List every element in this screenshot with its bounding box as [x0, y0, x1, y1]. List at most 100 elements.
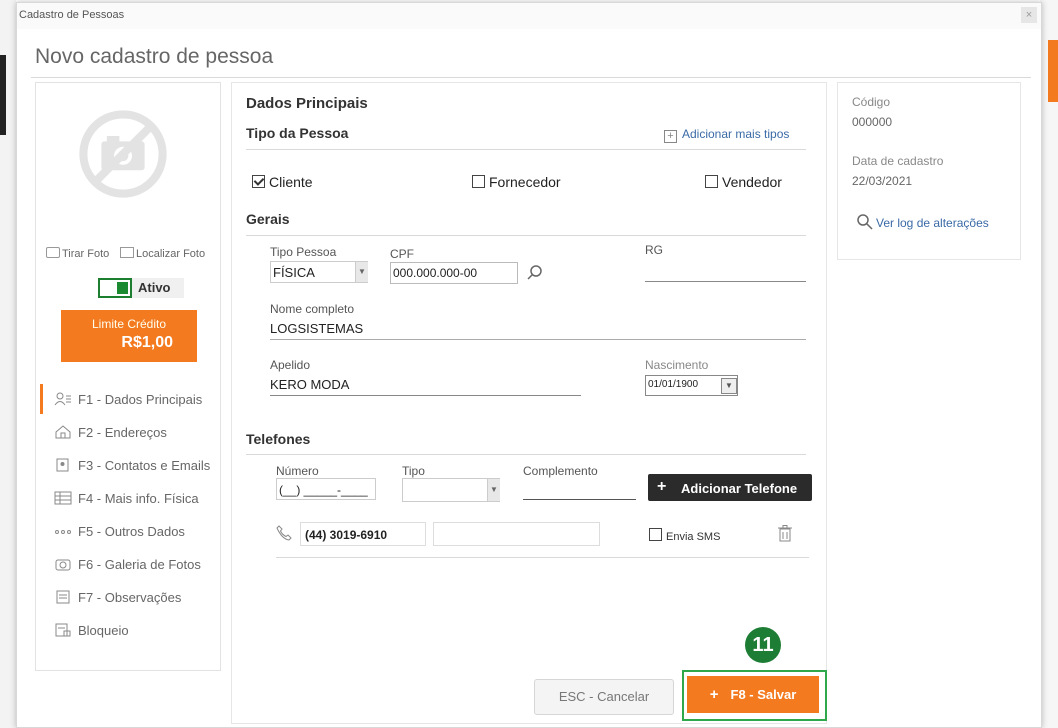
nav-item-dados-principais[interactable]: F1 - Dados Principais	[54, 389, 220, 411]
type-vendedor-checkbox[interactable]: Vendedor	[705, 174, 782, 190]
code-value: 000000	[852, 115, 893, 129]
nascimento-date-picker[interactable]: 01/01/1900 ▼	[645, 375, 738, 396]
camera-icon	[55, 559, 71, 571]
cpf-label: CPF	[390, 247, 414, 261]
camera-icon	[46, 247, 60, 258]
add-phone-label: Adicionar Telefone	[681, 481, 798, 496]
credit-limit-button[interactable]: Limite Crédito R$1,00	[61, 310, 197, 362]
complemento-input[interactable]	[523, 499, 636, 500]
type-cliente-checkbox[interactable]: Cliente	[252, 174, 313, 190]
find-photo-label: Localizar Foto	[136, 248, 206, 260]
tipo-pessoa-select[interactable]: FÍSICA ▼	[270, 261, 368, 283]
cpf-input[interactable]: 000.000.000-00	[390, 262, 518, 284]
plus-icon: +	[709, 686, 719, 703]
take-photo-link[interactable]: Tirar Foto	[46, 247, 109, 260]
find-photo-link[interactable]: Localizar Foto	[120, 247, 205, 260]
window-title: Cadastro de Pessoas	[19, 9, 125, 21]
add-phone-button[interactable]: + Adicionar Telefone	[648, 474, 812, 501]
section-title: Dados Principais	[246, 95, 368, 112]
nav-item-mais-info[interactable]: F4 - Mais info. Física	[54, 488, 220, 510]
phone-complement-input[interactable]	[433, 522, 600, 546]
checkbox-checked	[252, 175, 265, 188]
sms-label: Envia SMS	[666, 531, 721, 543]
add-types-label: Adicionar mais tipos	[682, 127, 790, 141]
nav-item-enderecos[interactable]: F2 - Endereços	[54, 422, 220, 444]
chevron-down-icon[interactable]: ▼	[721, 378, 737, 394]
chevron-down-icon: ▼	[355, 262, 368, 282]
complemento-label: Complemento	[523, 464, 598, 478]
header-divider	[31, 77, 1031, 78]
cancel-button[interactable]: ESC - Cancelar	[534, 679, 674, 715]
nav-item-label: F1 - Dados Principais	[78, 392, 203, 407]
step-badge: 11	[745, 627, 781, 663]
tipo-pessoa-title: Tipo da Pessoa	[246, 125, 349, 141]
nome-label: Nome completo	[270, 302, 355, 316]
apelido-input[interactable]: KERO MODA	[270, 377, 349, 392]
nascimento-label: Nascimento	[645, 358, 709, 372]
nome-underline	[270, 339, 806, 340]
nav-item-label: F6 - Galeria de Fotos	[78, 557, 201, 572]
toggle-knob	[117, 282, 128, 294]
rg-input[interactable]	[645, 281, 806, 282]
background-app-right	[1040, 0, 1058, 728]
checkbox-unchecked	[472, 175, 485, 188]
type-fornecedor-checkbox[interactable]: Fornecedor	[472, 174, 561, 190]
image-search-icon	[120, 247, 134, 258]
numero-input[interactable]: (__) _____-____	[276, 478, 376, 500]
nav-item-observacoes[interactable]: F7 - Observações	[54, 587, 220, 609]
take-photo-label: Tirar Foto	[62, 248, 110, 260]
active-label: Ativo	[132, 278, 184, 298]
tipo-pessoa-label: Tipo Pessoa	[270, 245, 337, 259]
search-icon	[857, 214, 873, 230]
lock-doc-icon	[55, 623, 71, 637]
view-log-label: Ver log de alterações	[876, 216, 989, 230]
no-photo-icon	[79, 110, 167, 198]
tipo-label: Tipo	[402, 464, 425, 478]
trash-icon[interactable]	[778, 525, 792, 542]
nav-item-galeria[interactable]: F6 - Galeria de Fotos	[54, 554, 220, 576]
add-types-link[interactable]: + Adicionar mais tipos	[664, 127, 789, 143]
nascimento-value: 01/01/1900	[648, 379, 699, 390]
nav-item-label: F7 - Observações	[78, 590, 182, 605]
note-icon	[56, 590, 70, 604]
apelido-underline	[270, 395, 581, 396]
phone-number-value: (44) 3019-6910	[305, 528, 388, 542]
type-label: Vendedor	[722, 174, 782, 190]
nav-item-label: F5 - Outros Dados	[78, 524, 185, 539]
tipo-pessoa-value: FÍSICA	[273, 265, 315, 280]
apelido-label: Apelido	[270, 358, 311, 372]
date-label: Data de cadastro	[852, 154, 944, 168]
window-titlebar: Cadastro de Pessoas ×	[17, 3, 1041, 29]
dots-icon	[55, 530, 71, 534]
info-panel: Código 000000 Data de cadastro 22/03/202…	[837, 82, 1021, 260]
view-log-link[interactable]: Ver log de alterações	[856, 213, 989, 231]
nav-item-outros-dados[interactable]: F5 - Outros Dados	[54, 521, 220, 543]
type-label: Fornecedor	[489, 174, 561, 190]
nome-input[interactable]: LOGSISTEMAS	[270, 321, 363, 336]
numero-mask: (__) _____-____	[279, 483, 368, 497]
house-icon	[55, 425, 71, 439]
nav-item-label: F2 - Endereços	[78, 425, 167, 440]
contact-icon	[56, 458, 69, 472]
credit-limit-value: R$1,00	[121, 334, 173, 351]
date-value: 22/03/2021	[852, 174, 913, 188]
close-icon[interactable]: ×	[1021, 7, 1037, 23]
code-label: Código	[852, 95, 891, 109]
checkbox-unchecked	[649, 528, 662, 541]
phone-number-input[interactable]: (44) 3019-6910	[300, 522, 426, 546]
nav-item-label: Bloqueio	[78, 623, 129, 638]
type-label: Cliente	[269, 174, 313, 190]
nav-item-contatos[interactable]: F3 - Contatos e Emails	[54, 455, 220, 477]
tipo-telefone-select[interactable]: ▼	[402, 478, 500, 502]
cpf-value: 000.000.000-00	[393, 266, 478, 280]
main-panel: Dados Principais Tipo da Pessoa + Adicion…	[231, 82, 827, 724]
sms-checkbox[interactable]: Envia SMS	[649, 528, 720, 543]
divider	[246, 235, 806, 236]
save-button[interactable]: + F8 - Salvar	[687, 676, 819, 713]
search-icon[interactable]	[526, 264, 544, 282]
nav-item-bloqueio[interactable]: Bloqueio	[54, 620, 220, 642]
chevron-down-icon: ▼	[487, 479, 500, 501]
dialog-window: Cadastro de Pessoas × Novo cadastro de p…	[16, 2, 1042, 728]
page-title: Novo cadastro de pessoa	[35, 45, 274, 68]
active-toggle[interactable]	[98, 278, 132, 298]
